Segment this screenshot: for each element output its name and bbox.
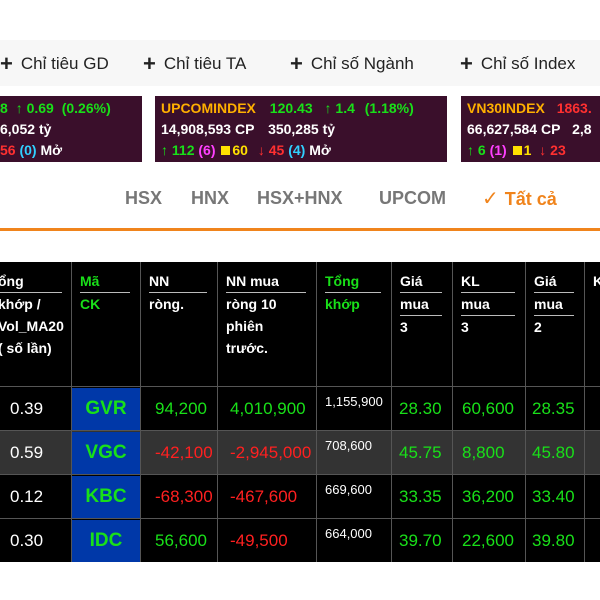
- exchange-hsx-hnx[interactable]: HSX+HNX: [257, 188, 343, 209]
- grid-line: [316, 262, 317, 562]
- cell-bid-price-2: 28.35: [532, 399, 575, 418]
- header-partial[interactable]: K: [585, 262, 600, 386]
- cell-bid-volume-3: 60,600: [462, 399, 514, 418]
- reference-square-icon: [221, 146, 231, 155]
- header-bid-volume-3[interactable]: KL mua 3: [453, 262, 525, 386]
- tab-chi-so-index[interactable]: + Chỉ số Index: [460, 49, 575, 76]
- cell-vol-ratio: 0.39: [10, 399, 44, 418]
- grid-line: [391, 262, 392, 562]
- cell-bid-price-3: 33.35: [399, 487, 442, 506]
- check-icon: ✓: [482, 188, 499, 210]
- cell-nn-net: -68,300: [155, 487, 213, 506]
- cell-nn-net: 56,600: [155, 531, 207, 550]
- exchange-upcom[interactable]: UPCOM: [379, 188, 446, 209]
- header-nn-net[interactable]: NN ròng.: [141, 262, 217, 386]
- cell-bid-volume-3: 22,600: [462, 531, 514, 550]
- cell-bid-price-3: 45.75: [399, 443, 442, 462]
- cell-vol-ratio: 0.30: [10, 531, 44, 550]
- plus-icon: +: [143, 51, 156, 76]
- symbol-cell[interactable]: VGC: [72, 432, 140, 474]
- grid-line: [584, 262, 585, 562]
- index-ticker-upcom[interactable]: UPCOMINDEX 120.43 ↑ 1.4 (1.18%) 14,908,5…: [155, 96, 447, 162]
- grid-line: [452, 262, 453, 562]
- symbol-cell[interactable]: IDC: [72, 520, 140, 562]
- arrow-up-icon: ↑: [15, 100, 23, 116]
- header-bid-price-2[interactable]: Giá mua 2: [526, 262, 584, 386]
- plus-icon: +: [290, 51, 303, 76]
- index-ticker-vnindex[interactable]: 8 ↑ 0.69 (0.26%) 6,052 tỷ 56 (0) Mở: [0, 96, 142, 162]
- header-bid-price-3[interactable]: Giá mua 3: [392, 262, 452, 386]
- cell-bid-price-2: 45.80: [532, 443, 575, 462]
- grid-line: [217, 262, 218, 562]
- arrow-down-icon: ↓: [257, 142, 265, 158]
- section-divider: [0, 228, 600, 231]
- cell-nn-net-10: -467,600: [230, 487, 298, 506]
- symbol-cell[interactable]: KBC: [72, 476, 140, 518]
- arrow-down-icon: ↓: [539, 142, 547, 158]
- exchange-hnx[interactable]: HNX: [191, 188, 229, 209]
- cell-nn-net: 94,200: [155, 399, 207, 418]
- arrow-up-icon: ↑: [467, 142, 474, 158]
- header-symbol[interactable]: Mã CK: [72, 262, 140, 386]
- cell-bid-price-3: 28.30: [399, 399, 442, 418]
- index-ticker-vn30[interactable]: VN30INDEX 1863. 66,627,584 CP 2,8 ↑ 6 (1…: [461, 96, 600, 162]
- tab-chi-tieu-ta[interactable]: + Chỉ tiêu TA: [143, 49, 246, 76]
- header-vol-ratio[interactable]: ổng khớp / Vol_MA20 ( số lần): [0, 262, 72, 386]
- cell-nn-net-10: -2,945,000: [230, 443, 312, 462]
- reference-square-icon: [512, 146, 522, 155]
- arrow-up-icon: ↑: [324, 100, 332, 116]
- exchange-all[interactable]: ✓ Tất cả: [482, 186, 557, 211]
- header-nn-net-10[interactable]: NN mua ròng 10 phiên trước.: [218, 262, 316, 386]
- cell-bid-price-2: 39.80: [532, 531, 575, 550]
- cell-vol-ratio: 0.59: [10, 443, 44, 462]
- plus-icon: +: [460, 51, 473, 76]
- arrow-up-icon: ↑: [161, 142, 168, 158]
- cell-bid-volume-3: 36,200: [462, 487, 514, 506]
- grid-line: [140, 262, 141, 562]
- tab-chi-so-nganh[interactable]: + Chỉ số Ngành: [290, 49, 414, 76]
- cell-nn-net: -42,100: [155, 443, 213, 462]
- stock-table: ổng khớp / Vol_MA20 ( số lần) Mã CK NN r…: [0, 262, 600, 562]
- cell-total-matched: 708,600: [325, 438, 372, 453]
- cell-bid-price-2: 33.40: [532, 487, 575, 506]
- cell-vol-ratio: 0.12: [10, 487, 44, 506]
- plus-icon: +: [0, 51, 13, 76]
- cell-bid-price-3: 39.70: [399, 531, 442, 550]
- tab-chi-tieu-gd[interactable]: + Chỉ tiêu GD: [0, 49, 109, 76]
- grid-line: [525, 262, 526, 562]
- cell-total-matched: 664,000: [325, 526, 372, 541]
- cell-total-matched: 1,155,900: [325, 394, 383, 409]
- header-total-matched[interactable]: Tổng khớp: [317, 262, 391, 386]
- cell-bid-volume-3: 8,800: [462, 443, 505, 462]
- symbol-cell[interactable]: GVR: [72, 388, 140, 430]
- cell-nn-net-10: -49,500: [230, 531, 288, 550]
- exchange-hsx[interactable]: HSX: [125, 188, 162, 209]
- cell-nn-net-10: 4,010,900: [230, 399, 306, 418]
- cell-total-matched: 669,600: [325, 482, 372, 497]
